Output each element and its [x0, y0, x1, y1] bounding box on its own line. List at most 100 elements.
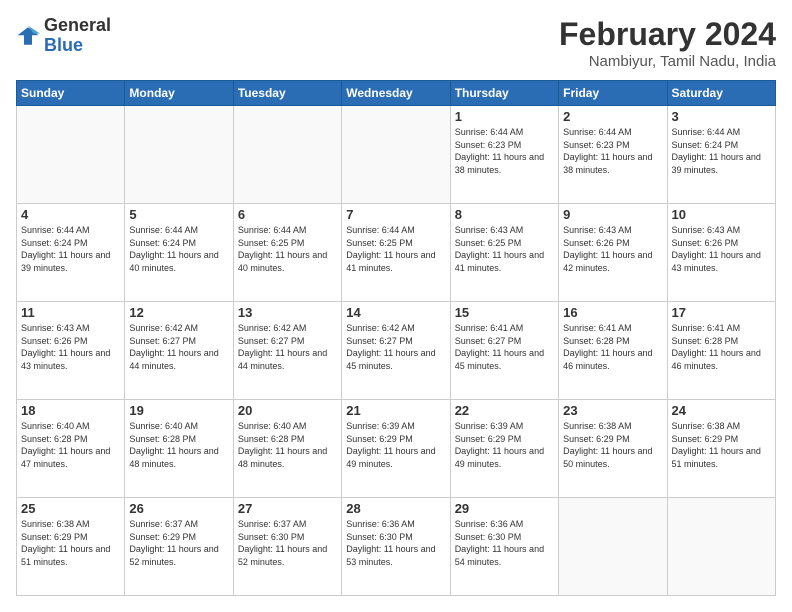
calendar-cell: 16 Sunrise: 6:41 AM Sunset: 6:28 PM Dayli… — [559, 302, 667, 400]
week-row-4: 25 Sunrise: 6:38 AM Sunset: 6:29 PM Dayli… — [17, 498, 776, 596]
day-info: Sunrise: 6:42 AM Sunset: 6:27 PM Dayligh… — [346, 322, 445, 372]
day-number: 11 — [21, 305, 120, 320]
day-number: 29 — [455, 501, 554, 516]
day-info: Sunrise: 6:44 AM Sunset: 6:24 PM Dayligh… — [129, 224, 228, 274]
header-wednesday: Wednesday — [342, 81, 450, 106]
logo: General Blue — [16, 16, 111, 56]
calendar-cell: 12 Sunrise: 6:42 AM Sunset: 6:27 PM Dayli… — [125, 302, 233, 400]
calendar-title: February 2024 — [559, 16, 776, 53]
calendar-header: Sunday Monday Tuesday Wednesday Thursday… — [17, 81, 776, 106]
day-number: 13 — [238, 305, 337, 320]
day-number: 10 — [672, 207, 771, 222]
calendar-cell: 19 Sunrise: 6:40 AM Sunset: 6:28 PM Dayli… — [125, 400, 233, 498]
calendar-body: 1 Sunrise: 6:44 AM Sunset: 6:23 PM Daylig… — [17, 106, 776, 596]
logo-text: General Blue — [44, 16, 111, 56]
day-number: 28 — [346, 501, 445, 516]
calendar-cell: 5 Sunrise: 6:44 AM Sunset: 6:24 PM Daylig… — [125, 204, 233, 302]
calendar-cell: 15 Sunrise: 6:41 AM Sunset: 6:27 PM Dayli… — [450, 302, 558, 400]
day-info: Sunrise: 6:39 AM Sunset: 6:29 PM Dayligh… — [346, 420, 445, 470]
calendar-cell: 1 Sunrise: 6:44 AM Sunset: 6:23 PM Daylig… — [450, 106, 558, 204]
day-number: 15 — [455, 305, 554, 320]
calendar-cell: 14Sunrise: 6:42 AM Sunset: 6:27 PM Dayli… — [342, 302, 450, 400]
day-info: Sunrise: 6:40 AM Sunset: 6:28 PM Dayligh… — [21, 420, 120, 470]
day-info: Sunrise: 6:43 AM Sunset: 6:25 PM Dayligh… — [455, 224, 554, 274]
header-tuesday: Tuesday — [233, 81, 341, 106]
day-info: Sunrise: 6:40 AM Sunset: 6:28 PM Dayligh… — [129, 420, 228, 470]
calendar-cell: 25 Sunrise: 6:38 AM Sunset: 6:29 PM Dayli… — [17, 498, 125, 596]
calendar-cell: 2 Sunrise: 6:44 AM Sunset: 6:23 PM Daylig… — [559, 106, 667, 204]
calendar-cell: 13 Sunrise: 6:42 AM Sunset: 6:27 PM Dayli… — [233, 302, 341, 400]
day-number: 6 — [238, 207, 337, 222]
day-info: Sunrise: 6:36 AM Sunset: 6:30 PM Dayligh… — [455, 518, 554, 568]
day-number: 24 — [672, 403, 771, 418]
day-number: 7 — [346, 207, 445, 222]
calendar-cell — [233, 106, 341, 204]
header-sunday: Sunday — [17, 81, 125, 106]
day-number: 18 — [21, 403, 120, 418]
calendar-cell: 24 Sunrise: 6:38 AM Sunset: 6:29 PM Dayli… — [667, 400, 775, 498]
calendar-cell — [667, 498, 775, 596]
day-number: 9 — [563, 207, 662, 222]
day-info: Sunrise: 6:44 AM Sunset: 6:25 PM Dayligh… — [346, 224, 445, 274]
day-number: 22 — [455, 403, 554, 418]
day-info: Sunrise: 6:38 AM Sunset: 6:29 PM Dayligh… — [672, 420, 771, 470]
day-info: Sunrise: 6:41 AM Sunset: 6:27 PM Dayligh… — [455, 322, 554, 372]
calendar-cell: 26 Sunrise: 6:37 AM Sunset: 6:29 PM Dayli… — [125, 498, 233, 596]
day-number: 16 — [563, 305, 662, 320]
day-info: Sunrise: 6:44 AM Sunset: 6:24 PM Dayligh… — [672, 126, 771, 176]
day-info: Sunrise: 6:44 AM Sunset: 6:23 PM Dayligh… — [455, 126, 554, 176]
day-number: 21 — [346, 403, 445, 418]
calendar-cell: 8 Sunrise: 6:43 AM Sunset: 6:25 PM Daylig… — [450, 204, 558, 302]
day-number: 26 — [129, 501, 228, 516]
day-number: 25 — [21, 501, 120, 516]
logo-bird-icon — [16, 24, 40, 48]
calendar-cell — [125, 106, 233, 204]
calendar-cell: 29 Sunrise: 6:36 AM Sunset: 6:30 PM Dayli… — [450, 498, 558, 596]
day-info: Sunrise: 6:41 AM Sunset: 6:28 PM Dayligh… — [563, 322, 662, 372]
calendar-cell: 3 Sunrise: 6:44 AM Sunset: 6:24 PM Daylig… — [667, 106, 775, 204]
day-info: Sunrise: 6:43 AM Sunset: 6:26 PM Dayligh… — [563, 224, 662, 274]
day-info: Sunrise: 6:39 AM Sunset: 6:29 PM Dayligh… — [455, 420, 554, 470]
logo-blue-text: Blue — [44, 36, 111, 56]
week-row-1: 4Sunrise: 6:44 AM Sunset: 6:24 PM Daylig… — [17, 204, 776, 302]
day-number: 3 — [672, 109, 771, 124]
day-info: Sunrise: 6:37 AM Sunset: 6:29 PM Dayligh… — [129, 518, 228, 568]
day-number: 1 — [455, 109, 554, 124]
day-number: 19 — [129, 403, 228, 418]
day-number: 12 — [129, 305, 228, 320]
week-row-0: 1 Sunrise: 6:44 AM Sunset: 6:23 PM Daylig… — [17, 106, 776, 204]
calendar-cell: 10Sunrise: 6:43 AM Sunset: 6:26 PM Dayli… — [667, 204, 775, 302]
week-row-3: 18 Sunrise: 6:40 AM Sunset: 6:28 PM Dayli… — [17, 400, 776, 498]
calendar-cell: 21 Sunrise: 6:39 AM Sunset: 6:29 PM Dayli… — [342, 400, 450, 498]
weekday-header-row: Sunday Monday Tuesday Wednesday Thursday… — [17, 81, 776, 106]
day-info: Sunrise: 6:42 AM Sunset: 6:27 PM Dayligh… — [129, 322, 228, 372]
calendar-cell: 23Sunrise: 6:38 AM Sunset: 6:29 PM Dayli… — [559, 400, 667, 498]
calendar-cell: 22 Sunrise: 6:39 AM Sunset: 6:29 PM Dayli… — [450, 400, 558, 498]
header-saturday: Saturday — [667, 81, 775, 106]
day-info: Sunrise: 6:40 AM Sunset: 6:28 PM Dayligh… — [238, 420, 337, 470]
day-info: Sunrise: 6:43 AM Sunset: 6:26 PM Dayligh… — [21, 322, 120, 372]
day-info: Sunrise: 6:41 AM Sunset: 6:28 PM Dayligh… — [672, 322, 771, 372]
title-block: February 2024 Nambiyur, Tamil Nadu, Indi… — [559, 16, 776, 70]
day-number: 17 — [672, 305, 771, 320]
calendar-cell: 28 Sunrise: 6:36 AM Sunset: 6:30 PM Dayli… — [342, 498, 450, 596]
day-number: 20 — [238, 403, 337, 418]
day-number: 27 — [238, 501, 337, 516]
day-number: 2 — [563, 109, 662, 124]
day-number: 8 — [455, 207, 554, 222]
calendar-cell — [559, 498, 667, 596]
page: General Blue February 2024 Nambiyur, Tam… — [0, 0, 792, 612]
day-number: 5 — [129, 207, 228, 222]
header-thursday: Thursday — [450, 81, 558, 106]
calendar-cell: 6Sunrise: 6:44 AM Sunset: 6:25 PM Daylig… — [233, 204, 341, 302]
header: General Blue February 2024 Nambiyur, Tam… — [16, 16, 776, 70]
day-info: Sunrise: 6:38 AM Sunset: 6:29 PM Dayligh… — [21, 518, 120, 568]
week-row-2: 11 Sunrise: 6:43 AM Sunset: 6:26 PM Dayli… — [17, 302, 776, 400]
day-info: Sunrise: 6:36 AM Sunset: 6:30 PM Dayligh… — [346, 518, 445, 568]
calendar-cell: 20 Sunrise: 6:40 AM Sunset: 6:28 PM Dayli… — [233, 400, 341, 498]
day-info: Sunrise: 6:38 AM Sunset: 6:29 PM Dayligh… — [563, 420, 662, 470]
day-info: Sunrise: 6:44 AM Sunset: 6:23 PM Dayligh… — [563, 126, 662, 176]
calendar-cell: 17 Sunrise: 6:41 AM Sunset: 6:28 PM Dayli… — [667, 302, 775, 400]
day-info: Sunrise: 6:42 AM Sunset: 6:27 PM Dayligh… — [238, 322, 337, 372]
day-info: Sunrise: 6:37 AM Sunset: 6:30 PM Dayligh… — [238, 518, 337, 568]
